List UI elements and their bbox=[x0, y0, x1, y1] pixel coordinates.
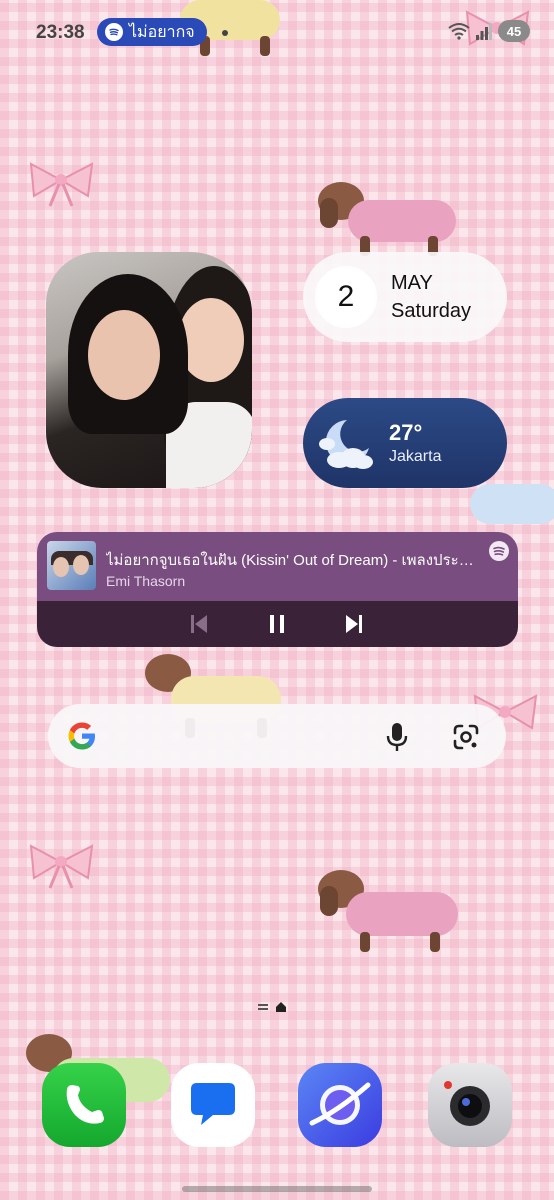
album-art[interactable] bbox=[47, 541, 96, 590]
status-icons: 45 bbox=[448, 20, 530, 42]
song-title: ไม่อยากจูบเธอในฝัน (Kissin' Out of Dream… bbox=[106, 552, 481, 569]
next-icon[interactable] bbox=[342, 612, 366, 636]
date-day-number: 2 bbox=[315, 266, 377, 328]
wallpaper-dog-decoration bbox=[318, 858, 468, 968]
previous-icon[interactable] bbox=[187, 612, 211, 636]
internet-app-icon[interactable] bbox=[298, 1063, 382, 1147]
battery-icon: 45 bbox=[498, 20, 530, 42]
home-page-icon bbox=[276, 1002, 286, 1012]
status-time: 23:38 bbox=[36, 22, 85, 43]
date-widget[interactable]: 2 MAY Saturday bbox=[303, 252, 507, 342]
photo-widget[interactable] bbox=[46, 252, 252, 488]
song-artist: Emi Thasorn bbox=[106, 573, 186, 589]
date-month: MAY bbox=[391, 272, 433, 294]
wallpaper-bow-decoration bbox=[26, 158, 96, 208]
page-indicator[interactable] bbox=[258, 1002, 286, 1012]
lens-icon[interactable] bbox=[453, 724, 479, 750]
weather-city: Jakarta bbox=[389, 448, 442, 465]
moon-cloud-icon bbox=[319, 420, 373, 469]
google-logo-icon bbox=[68, 722, 95, 750]
google-search-bar[interactable] bbox=[48, 704, 506, 768]
camera-app-icon[interactable] bbox=[428, 1063, 512, 1147]
page-indicator-lines-icon bbox=[258, 1004, 268, 1010]
phone-app-icon[interactable] bbox=[42, 1063, 126, 1147]
weather-widget[interactable]: 27° Jakarta bbox=[303, 398, 507, 488]
music-player-widget[interactable]: ไม่อยากจูบเธอในฝัน (Kissin' Out of Dream… bbox=[37, 532, 518, 647]
notification-dot-icon bbox=[222, 30, 228, 36]
spotify-icon bbox=[105, 23, 123, 41]
navigation-handle[interactable] bbox=[182, 1186, 372, 1192]
wallpaper-dog-decoration bbox=[318, 170, 468, 260]
signal-icon bbox=[476, 23, 492, 40]
date-weekday: Saturday bbox=[391, 300, 472, 322]
wifi-icon bbox=[448, 23, 470, 40]
media-status-pill[interactable]: ไม่อยากจ bbox=[97, 18, 207, 46]
weather-temperature: 27° bbox=[389, 420, 423, 445]
media-status-text: ไม่อยากจ bbox=[129, 23, 195, 41]
messages-app-icon[interactable] bbox=[171, 1063, 255, 1147]
mic-icon[interactable] bbox=[386, 722, 408, 752]
wallpaper-bow-decoration bbox=[26, 840, 96, 890]
spotify-icon[interactable] bbox=[489, 541, 509, 561]
pause-icon[interactable] bbox=[265, 612, 289, 636]
